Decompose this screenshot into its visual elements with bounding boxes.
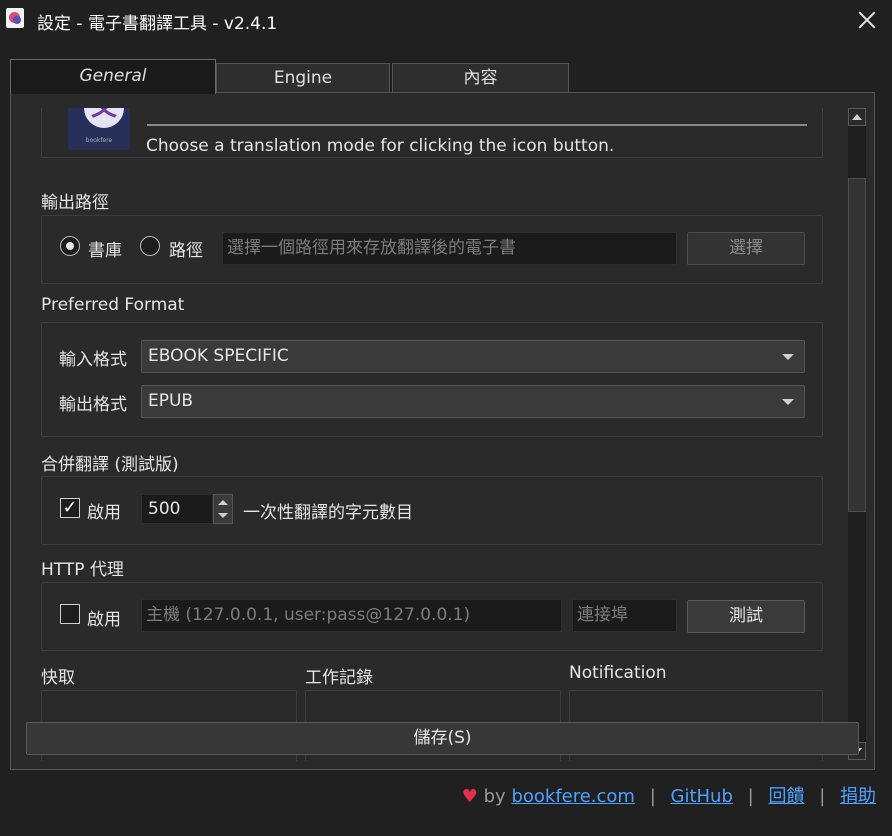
settings-scroll-area: 文 bookfere Choose a translation mode for…	[11, 108, 838, 761]
output-format-value: EPUB	[148, 391, 194, 411]
app-icon	[6, 8, 24, 28]
general-panel: 文 bookfere Choose a translation mode for…	[10, 92, 875, 770]
cache-label: 快取	[41, 668, 75, 688]
radio-library-label: 書庫	[88, 241, 122, 261]
radio-path-label: 路徑	[169, 241, 203, 261]
output-format-label: 輸出格式	[59, 395, 127, 415]
merge-translation-label: 合併翻譯 (測試版)	[41, 455, 179, 475]
translation-mode-icon[interactable]: 文 bookfere	[68, 108, 130, 150]
proxy-test-button[interactable]: 測試	[687, 600, 805, 633]
vertical-scrollbar[interactable]	[838, 108, 874, 761]
preferred-format-label: Preferred Format	[41, 295, 185, 315]
save-button[interactable]: 儲存(S)	[26, 722, 859, 755]
output-path-input[interactable]: 選擇一個路徑用來存放翻譯後的電子書	[222, 232, 677, 265]
title-bar: 設定 - 電子書翻譯工具 - v2.4.1	[0, 0, 892, 42]
settings-window: General Engine 內容 文 bookfere Choose a tr…	[0, 42, 892, 836]
chevron-down-icon	[782, 399, 794, 405]
close-icon[interactable]	[856, 9, 878, 31]
proxy-port-input[interactable]: 連接埠	[572, 599, 677, 632]
input-format-label: 輸入格式	[59, 350, 127, 370]
merge-chars-input[interactable]: 500	[141, 494, 213, 524]
link-donate[interactable]: 捐助	[840, 786, 876, 807]
input-format-select[interactable]: EBOOK SPECIFIC	[141, 340, 805, 373]
notification-label: Notification	[569, 663, 667, 683]
window-title: 設定 - 電子書翻譯工具 - v2.4.1	[37, 14, 278, 34]
link-bookfere[interactable]: bookfere.com	[511, 786, 635, 807]
footer-separator: |	[649, 786, 656, 807]
tab-general[interactable]: General	[10, 59, 216, 94]
radio-library[interactable]	[60, 236, 80, 256]
translate-icon: 文	[84, 108, 124, 128]
log-label: 工作記錄	[305, 668, 373, 688]
mode-separator	[147, 124, 807, 126]
link-feedback[interactable]: 回饋	[768, 786, 804, 807]
footer: ♥ by bookfere.com | GitHub | 回饋 | 捐助	[462, 782, 876, 808]
footer-separator: |	[819, 786, 826, 807]
heart-icon: ♥	[461, 786, 478, 807]
merge-enable-checkbox[interactable]: ✓	[60, 498, 80, 518]
proxy-host-input[interactable]: 主機 (127.0.0.1, user:pass@127.0.0.1)	[141, 599, 562, 632]
radio-path[interactable]	[140, 236, 160, 256]
chevron-up-icon[interactable]	[218, 500, 228, 505]
output-format-select[interactable]: EPUB	[141, 385, 805, 418]
input-format-value: EBOOK SPECIFIC	[148, 346, 289, 366]
proxy-enable-checkbox[interactable]	[60, 604, 80, 624]
scroll-track[interactable]	[848, 126, 866, 742]
tab-engine[interactable]: Engine	[216, 63, 390, 93]
footer-separator: |	[747, 786, 754, 807]
proxy-label: HTTP 代理	[41, 560, 124, 580]
scroll-thumb[interactable]	[848, 178, 866, 512]
scroll-up-button[interactable]	[848, 108, 866, 126]
merge-enable-label: 啟用	[87, 503, 121, 523]
mode-hint: Choose a translation mode for clicking t…	[146, 136, 615, 156]
output-path-label: 輸出路徑	[41, 193, 109, 213]
link-github[interactable]: GitHub	[671, 786, 733, 807]
chevron-down-icon[interactable]	[218, 513, 228, 518]
choose-path-button[interactable]: 選擇	[687, 232, 805, 265]
merge-chars-unit-label: 一次性翻譯的字元數目	[243, 503, 413, 523]
footer-by: by	[483, 786, 506, 807]
chevron-down-icon	[782, 354, 794, 360]
tab-content[interactable]: 內容	[392, 63, 569, 93]
merge-chars-stepper[interactable]	[213, 494, 233, 524]
proxy-enable-label: 啟用	[87, 610, 121, 630]
